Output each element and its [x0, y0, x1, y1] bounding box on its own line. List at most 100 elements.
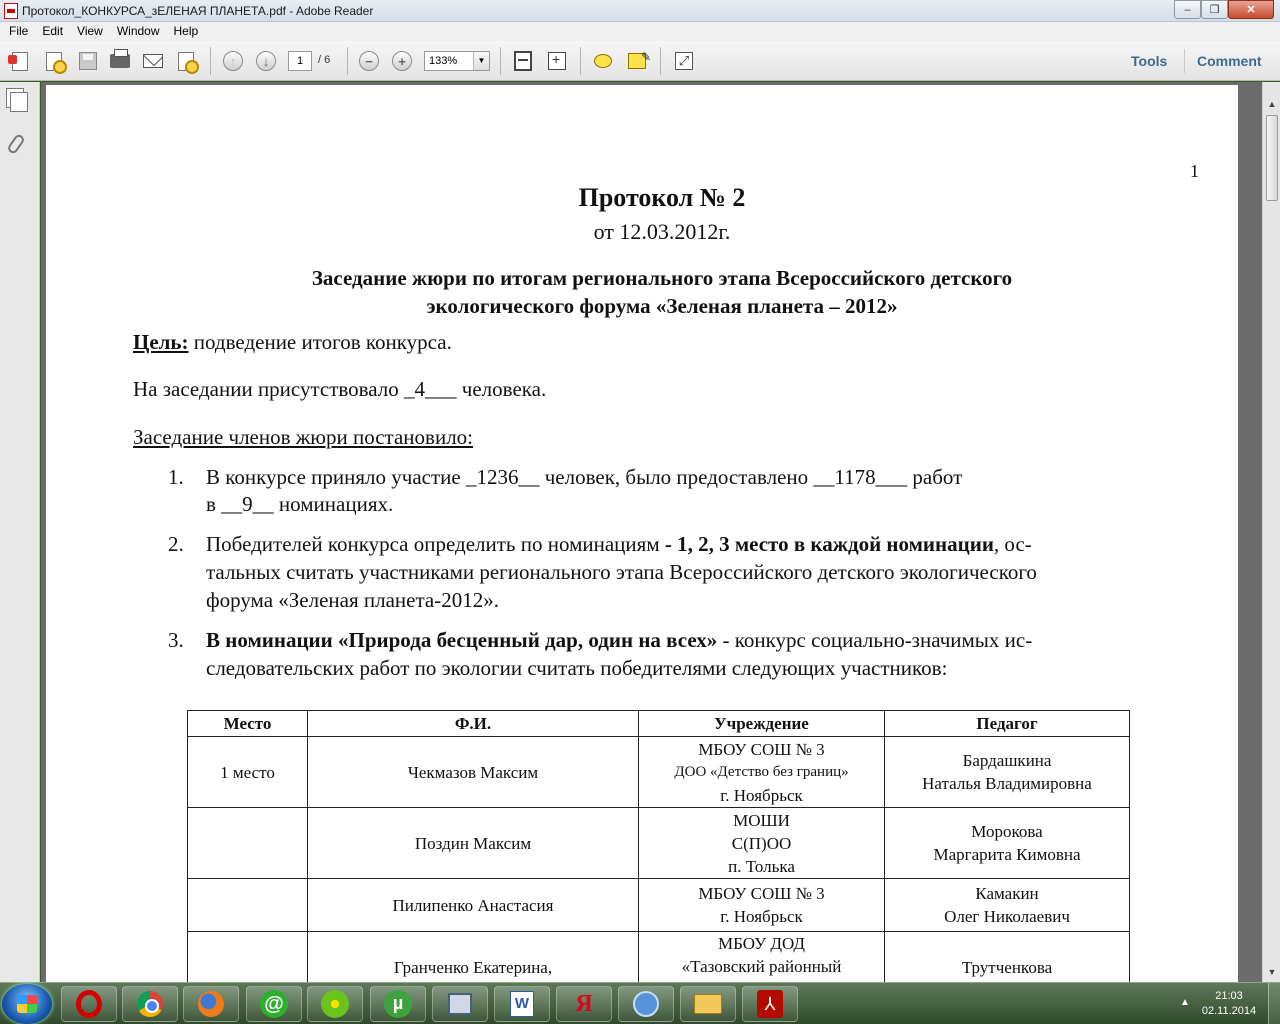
- institution-line: МОШИ: [733, 810, 790, 830]
- arrow-down-icon: ↓: [256, 51, 276, 71]
- menu-view[interactable]: View: [70, 22, 110, 41]
- page-number-input[interactable]: 1: [288, 51, 312, 71]
- show-desktop-button[interactable]: [1268, 983, 1280, 1024]
- item3-text-b: - конкурс социально-значимых ис-: [717, 628, 1033, 652]
- teacher-line: Трутченкова: [961, 957, 1053, 977]
- cell-institution: МБОУ ДОД «Тазовский районный: [638, 931, 885, 982]
- cell-place: [187, 878, 308, 932]
- taskbar-adobe-reader[interactable]: ⅄: [742, 986, 798, 1022]
- fit-width-button[interactable]: [545, 49, 569, 73]
- institution-line: п. Толька: [728, 856, 795, 876]
- comment-pane-button[interactable]: Comment: [1197, 53, 1262, 69]
- taskbar-network[interactable]: [432, 986, 488, 1022]
- open-file-icon: [46, 51, 67, 74]
- teacher-line: Морокова: [971, 822, 1043, 841]
- full-screen-button[interactable]: ⤢: [672, 49, 696, 73]
- taskbar-opera[interactable]: [61, 986, 117, 1022]
- attachments-icon[interactable]: [6, 132, 26, 156]
- document-title: Протокол № 2: [578, 183, 746, 212]
- windows-taskbar: @ µ W Я ⅄ ▲ 21:03 02.11.2014: [0, 982, 1280, 1024]
- close-button[interactable]: ✕: [1228, 0, 1274, 19]
- highlight-button[interactable]: [625, 49, 651, 73]
- zoom-out-button[interactable]: −: [357, 49, 381, 73]
- taskbar-yandex[interactable]: Я: [556, 986, 612, 1022]
- zoom-select[interactable]: 133% ▼: [424, 51, 490, 71]
- fit-page-icon: [514, 51, 532, 71]
- sticky-note-button[interactable]: [591, 49, 615, 73]
- item1-line2: в __9__ номинациях.: [206, 492, 394, 516]
- email-button[interactable]: [141, 49, 165, 73]
- item3-text-bold: В номинации «Природа бесценный дар, один…: [206, 628, 718, 652]
- highlight-pen-icon: [628, 50, 651, 69]
- taskbar-mail-agent[interactable]: @: [246, 986, 302, 1022]
- printer-icon: [110, 49, 130, 68]
- print-button[interactable]: [108, 49, 132, 73]
- menu-help[interactable]: Help: [167, 22, 206, 41]
- scroll-up-icon[interactable]: ▲: [1264, 96, 1280, 112]
- cell-place: [187, 807, 308, 879]
- teacher-line: Олег Николаевич: [944, 907, 1070, 926]
- table-row: Пилипенко Анастасия МБОУ СОШ № 3 г. Ноябр…: [187, 878, 1130, 932]
- next-page-button[interactable]: ↓: [254, 49, 278, 73]
- page-thumbnails-icon[interactable]: [10, 92, 28, 112]
- column-header-name: Ф.И.: [307, 710, 639, 737]
- arrow-up-icon: ↑: [223, 51, 243, 71]
- teacher-line: Бардашкина: [962, 751, 1052, 770]
- open-button[interactable]: [42, 49, 67, 74]
- taskbar-explorer[interactable]: [680, 986, 736, 1022]
- item2-line1: Победителей конкурса определить по номин…: [206, 532, 1032, 557]
- menu-file[interactable]: File: [2, 22, 35, 41]
- scroll-down-icon[interactable]: ▼: [1264, 964, 1280, 980]
- clock-time: 21:03: [1215, 990, 1243, 1002]
- cell-teacher: Камакин Олег Николаевич: [884, 878, 1130, 932]
- minimize-button[interactable]: –: [1174, 0, 1201, 19]
- page-total-label: / 6: [318, 54, 331, 66]
- cell-teacher: Морокова Маргарита Кимовна: [884, 807, 1130, 879]
- restore-button[interactable]: ❐: [1201, 0, 1228, 19]
- previous-page-button[interactable]: ↑: [221, 49, 245, 73]
- tray-expand-icon[interactable]: ▲: [1180, 997, 1190, 1008]
- taskbar-sound[interactable]: [618, 986, 674, 1022]
- document-view[interactable]: 1 Протокол № 2 от 12.03.2012г. Заседание…: [41, 82, 1262, 982]
- fit-page-button[interactable]: [511, 49, 535, 73]
- cell-institution: МБОУ СОШ № 3 ДОО «Детство без границ» г. Н…: [638, 736, 885, 808]
- pdf-page: 1 Протокол № 2 от 12.03.2012г. Заседание…: [46, 85, 1238, 982]
- scrollbar-thumb[interactable]: [1266, 115, 1278, 201]
- comment-bubble-icon: [594, 54, 612, 68]
- mail-agent-icon: @: [260, 990, 288, 1018]
- window-titlebar: Протокол_КОНКУРСА_зЕЛЕНАЯ ПЛАНЕТА.pdf - …: [0, 0, 1280, 22]
- list-number: 1.: [168, 465, 184, 489]
- cell-teacher: Бардашкина Наталья Владимировна: [884, 736, 1130, 808]
- institution-line: г. Ноябрьск: [720, 785, 803, 805]
- chevron-down-icon[interactable]: ▼: [473, 52, 489, 70]
- vertical-scrollbar[interactable]: ▲ ▼: [1262, 82, 1280, 982]
- save-button[interactable]: [76, 49, 100, 73]
- opera-icon: [76, 990, 102, 1018]
- taskbar-icq[interactable]: [307, 986, 363, 1022]
- adobe-reader-app-icon: [4, 3, 18, 19]
- system-clock[interactable]: 21:03 02.11.2014: [1198, 989, 1260, 1019]
- column-header-place: Место: [187, 710, 308, 737]
- firefox-icon: [198, 991, 224, 1017]
- yandex-icon: Я: [575, 991, 593, 1017]
- goal-label: Цель:: [133, 330, 189, 354]
- taskbar-utorrent[interactable]: µ: [370, 986, 426, 1022]
- zoom-in-button[interactable]: +: [390, 49, 414, 73]
- table-row: Поздин Максим МОШИ С(П)ОО п. Толька Мороко…: [187, 807, 1130, 879]
- menu-window[interactable]: Window: [110, 22, 167, 41]
- start-button[interactable]: [2, 984, 52, 1024]
- toolbar-separator: [1184, 49, 1185, 73]
- menu-edit[interactable]: Edit: [35, 22, 70, 41]
- tools-pane-button[interactable]: Tools: [1131, 53, 1167, 69]
- item3-line2: следовательских работ по экологии считат…: [206, 656, 948, 680]
- attendance-paragraph: На заседании присутствовало _4___ челове…: [133, 377, 547, 401]
- cell-name: Пилипенко Анастасия: [307, 878, 639, 932]
- sign-button[interactable]: [174, 49, 199, 74]
- taskbar-firefox[interactable]: [183, 986, 239, 1022]
- taskbar-word[interactable]: W: [494, 986, 550, 1022]
- taskbar-chrome[interactable]: [122, 986, 178, 1022]
- window-controls: – ❐ ✕: [1174, 0, 1274, 19]
- create-pdf-button[interactable]: [8, 49, 32, 73]
- institution-line: С(П)ОО: [731, 833, 792, 853]
- envelope-icon: [143, 54, 163, 68]
